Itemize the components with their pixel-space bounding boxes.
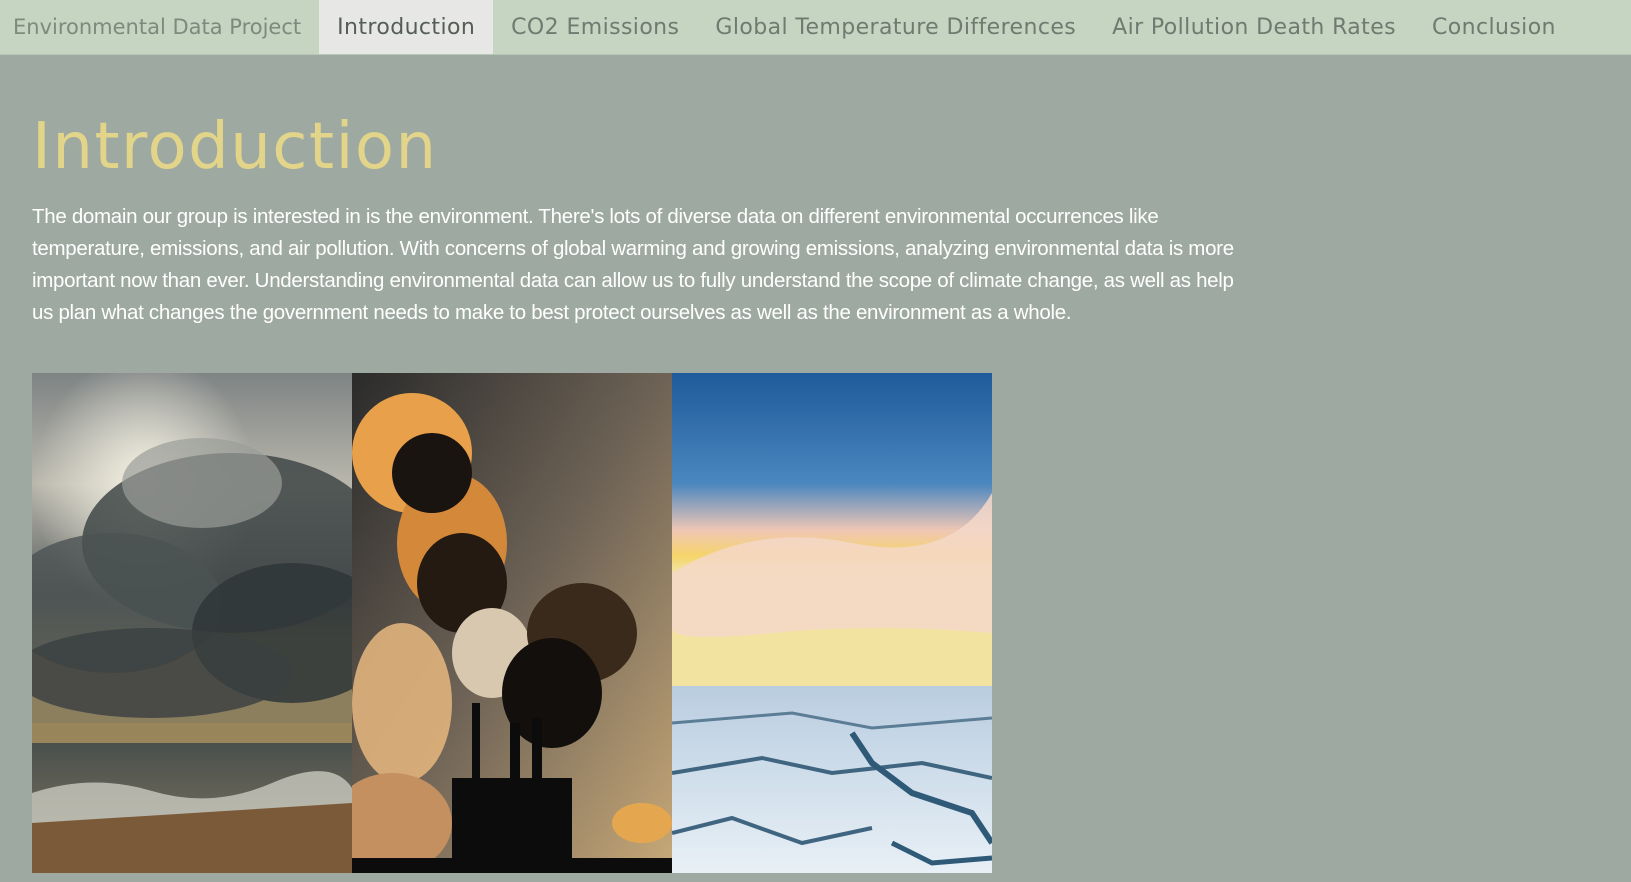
factory-smoke-image <box>352 373 672 873</box>
nav-tab-conclusion[interactable]: Conclusion <box>1414 0 1574 54</box>
top-navbar: Environmental Data Project Introduction … <box>0 0 1631 55</box>
storm-clouds-image <box>32 373 352 873</box>
nav-tab-global-temperature-differences[interactable]: Global Temperature Differences <box>697 0 1094 54</box>
nav-tab-introduction[interactable]: Introduction <box>319 0 494 54</box>
main-content: Introduction The domain our group is int… <box>32 55 1592 329</box>
site-brand-link[interactable]: Environmental Data Project <box>0 0 319 54</box>
sea-ice-image <box>672 373 992 873</box>
intro-paragraph: The domain our group is interested in is… <box>32 205 1234 324</box>
nav-tab-co2-emissions[interactable]: CO2 Emissions <box>493 0 697 54</box>
page-title: Introduction <box>32 110 438 184</box>
image-collage <box>32 373 992 873</box>
nav-tab-air-pollution-death-rates[interactable]: Air Pollution Death Rates <box>1094 0 1414 54</box>
